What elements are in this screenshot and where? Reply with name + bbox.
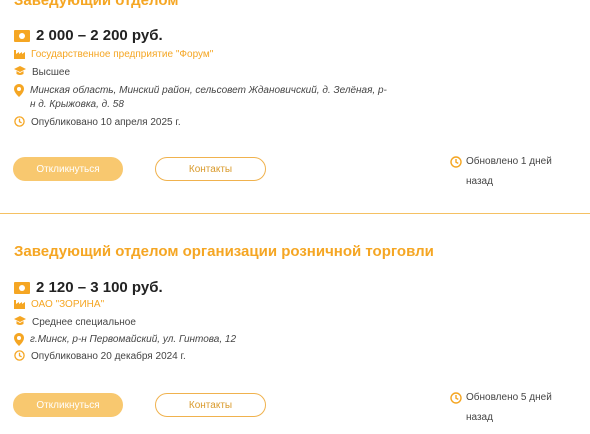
clock-icon [14, 350, 25, 361]
clock-icon [450, 392, 462, 404]
published-date: Опубликовано 10 апреля 2025 г. [31, 117, 181, 128]
apply-button[interactable]: Откликнуться [13, 393, 123, 417]
location-pin-icon [14, 84, 24, 97]
updated-info: Обновлено 5 дней назад [450, 388, 566, 428]
graduation-cap-icon [14, 316, 26, 325]
money-icon [14, 29, 30, 42]
salary-row: 2 000 – 2 200 руб. [14, 27, 163, 44]
divider [0, 213, 590, 214]
updated-info: Обновлено 1 дней назад [450, 152, 566, 192]
company-link[interactable]: Государственное предприятие "Форум" [31, 48, 213, 62]
company-row: Государственное предприятие "Форум" [14, 48, 213, 62]
salary: 2 120 – 3 100 руб. [36, 279, 163, 296]
address-row: Минская область, Минский район, сельсове… [14, 84, 390, 112]
factory-icon [14, 50, 25, 59]
clock-icon [14, 116, 25, 127]
clock-icon [450, 156, 462, 168]
apply-button[interactable]: Откликнуться [13, 157, 123, 181]
updated-text: Обновлено 5 дней назад [466, 392, 552, 423]
published-date: Опубликовано 20 декабря 2024 г. [31, 351, 186, 362]
contacts-button[interactable]: Контакты [155, 393, 266, 417]
address-row: г.Минск, р-н Первомайский, ул. Гинтова, … [14, 333, 390, 347]
published-row: Опубликовано 10 апреля 2025 г. [14, 116, 181, 130]
company-link[interactable]: ОАО "ЗОРИНА" [31, 298, 104, 312]
address: г.Минск, р-н Первомайский, ул. Гинтова, … [30, 334, 237, 345]
salary: 2 000 – 2 200 руб. [36, 27, 163, 44]
location-pin-icon [14, 333, 24, 346]
vacancy-title[interactable]: Заведующий отделом организации розничной… [14, 243, 434, 260]
salary-row: 2 120 – 3 100 руб. [14, 279, 163, 296]
updated-text: Обновлено 1 дней назад [466, 156, 552, 187]
factory-icon [14, 300, 25, 309]
education-row: Высшее [14, 66, 70, 80]
education: Среднее специальное [32, 317, 136, 328]
education-row: Среднее специальное [14, 316, 136, 330]
graduation-cap-icon [14, 66, 26, 75]
education: Высшее [32, 67, 71, 78]
money-icon [14, 281, 30, 294]
vacancy-title[interactable]: Заведующий отделом [14, 0, 178, 9]
contacts-button[interactable]: Контакты [155, 157, 266, 181]
address: Минская область, Минский район, сельсове… [30, 85, 387, 110]
company-row: ОАО "ЗОРИНА" [14, 298, 104, 312]
published-row: Опубликовано 20 декабря 2024 г. [14, 350, 186, 364]
